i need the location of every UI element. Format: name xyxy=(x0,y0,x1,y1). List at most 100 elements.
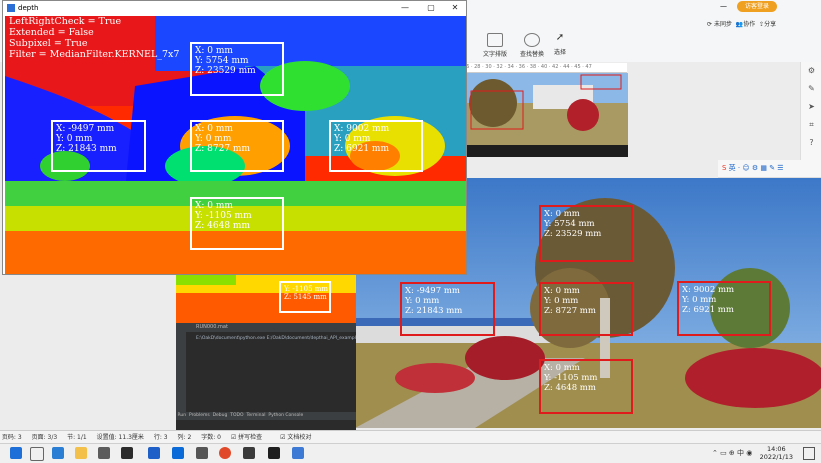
depth-box-3-z: Z: 8727 mm xyxy=(195,144,250,154)
depth-box-1-z: Z: 23529 mm xyxy=(195,66,256,76)
notification-icon[interactable] xyxy=(803,447,815,460)
tab-python-console[interactable]: Python Console xyxy=(268,413,303,418)
tab-debug[interactable]: Debug xyxy=(213,413,228,418)
calculator-icon[interactable] xyxy=(121,447,133,459)
select-button[interactable]: ➚ 选择 xyxy=(548,32,572,57)
depth-box-5: X: 0 mm Y: -1105 mm Z: 4648 mm xyxy=(190,197,284,250)
app-icon-7[interactable] xyxy=(172,447,184,459)
depth-box-2-x: X: -9497 mm xyxy=(56,124,115,134)
ide-side-toolbar xyxy=(176,332,186,412)
tab-problems[interactable]: Problems xyxy=(189,413,210,418)
depth-box-4: X: 9002 mm Y: 0 mm Z: 6921 mm xyxy=(329,120,423,172)
app-icon-4[interactable] xyxy=(98,447,110,459)
terminal-icon[interactable] xyxy=(268,447,280,459)
depth-maximize-icon[interactable]: ▢ xyxy=(419,1,443,15)
rgb-box-4-z: Z: 6921 mm xyxy=(682,305,734,315)
task-view-icon[interactable] xyxy=(30,447,44,461)
status-row: 行: 3 xyxy=(153,434,168,441)
find-replace-button[interactable]: 查找替换 xyxy=(515,33,549,58)
sync-button[interactable]: ⟳ 未同步 xyxy=(707,21,732,28)
depth-minimize-icon[interactable]: — xyxy=(393,1,417,15)
tab-terminal[interactable]: Terminal xyxy=(246,413,265,418)
depth-title-bar: depth — ▢ ✕ xyxy=(3,1,466,15)
taskbar: ⌃ ▭ ⊕ 中 ◉ 14:06 2022/1/13 xyxy=(0,443,821,463)
share-label: 分享 xyxy=(764,21,777,28)
depth-box-4-x: X: 9002 mm xyxy=(334,124,390,134)
rgb-box-1-z: Z: 23529 mm xyxy=(544,229,602,239)
chrome-icon[interactable] xyxy=(219,447,231,459)
status-words[interactable]: 字数: 0 xyxy=(201,434,221,441)
rgb-box-4: X: 9002 mm Y: 0 mm Z: 6921 mm xyxy=(677,281,771,336)
explorer-icon[interactable] xyxy=(75,447,87,459)
depth-close-icon[interactable]: ✕ xyxy=(443,1,467,15)
sync-label: 未同步 xyxy=(713,21,732,28)
text-layout-label: 文字排版 xyxy=(482,51,507,58)
crop-icon[interactable]: ⌗ xyxy=(801,116,821,134)
collab-button[interactable]: 👥协作 xyxy=(736,21,756,28)
share-button[interactable]: ⇪分享 xyxy=(759,21,776,28)
rgb-box-2-x: X: -9497 mm xyxy=(405,286,460,296)
app-icon xyxy=(7,4,15,12)
tab-todo[interactable]: TODO xyxy=(230,413,243,418)
rgb-box-5-z: Z: 4648 mm xyxy=(544,383,596,393)
rgb-box-4-x: X: 9002 mm xyxy=(682,285,735,295)
depth-box-1-y: Y: 5754 mm xyxy=(195,56,249,66)
status-col: 列: 2 xyxy=(177,434,192,441)
clock[interactable]: 14:06 2022/1/13 xyxy=(760,445,793,461)
overlay-line-4: Filter = MedianFilter.KERNEL_7x7 xyxy=(9,49,180,60)
right-tool-panel: ⚙ ✎ ➤ ⌗ ? xyxy=(800,62,821,162)
document-status-bar: 页码: 3 页面: 3/3 节: 1/1 设置值: 11.3厘米 行: 3 列:… xyxy=(0,430,821,444)
proofread-label: 文档校对 xyxy=(287,434,312,441)
ide-window: RUN000.mat E:\OakD\document\python.exe E… xyxy=(176,323,356,430)
cursor-tool-icon[interactable]: ➤ xyxy=(801,98,821,116)
rgb-box-3: X: 0 mm Y: 0 mm Z: 8727 mm xyxy=(539,282,633,336)
mini-depth-box: Y: -1105 mm Z: 5145 mm xyxy=(279,281,331,313)
edge-icon[interactable] xyxy=(52,447,64,459)
login-button[interactable]: 访客登录 xyxy=(737,1,777,12)
help-icon[interactable]: ? xyxy=(801,134,821,152)
clock-date: 2022/1/13 xyxy=(759,453,793,461)
app-icon-8[interactable] xyxy=(196,447,208,459)
rgb-box-3-x: X: 0 mm xyxy=(544,286,580,296)
rgb-box-2-y: Y: 0 mm xyxy=(405,296,440,306)
depth-box-4-z: Z: 6921 mm xyxy=(334,144,389,154)
tray-icons[interactable]: ⌃ ▭ ⊕ 中 ◉ xyxy=(712,448,752,458)
top-actions: ⟳ 未同步 👥协作 ⇪分享 xyxy=(707,19,776,28)
spellcheck-button[interactable]: ☑ 拼写检查 xyxy=(231,434,270,441)
cursor-icon: ➚ xyxy=(555,32,565,43)
photos-icon[interactable] xyxy=(292,447,304,459)
status-pages: 页面: 3/3 xyxy=(31,434,58,441)
overlay-line-3: Subpixel = True xyxy=(9,38,88,49)
depth-box-2: X: -9497 mm Y: 0 mm Z: 21843 mm xyxy=(51,120,146,172)
ide-file-tab[interactable]: RUN000.mat xyxy=(176,323,356,332)
depth-box-3: X: 0 mm Y: 0 mm Z: 8727 mm xyxy=(190,120,284,172)
rgb-box-2-z: Z: 21843 mm xyxy=(405,306,463,316)
thumbnail-photo xyxy=(463,73,628,157)
rgb-box-3-z: Z: 8727 mm xyxy=(544,306,596,316)
text-layout-icon xyxy=(487,33,503,47)
minimize-icon[interactable]: — xyxy=(720,2,727,10)
text-layout-button[interactable]: 文字排版 xyxy=(478,33,512,58)
overlay-line-2: Extended = False xyxy=(9,27,94,38)
proofread-button[interactable]: ☑ 文档校对 xyxy=(280,434,319,441)
ime-logo-icon[interactable]: S xyxy=(722,164,726,172)
depth-box-1-x: X: 0 mm xyxy=(195,46,233,56)
tab-run[interactable]: Run xyxy=(177,413,186,418)
status-section: 节: 1/1 xyxy=(67,434,87,441)
depth-map: LeftRightCheck = True Extended = False S… xyxy=(5,16,466,274)
depth-config-text: LeftRightCheck = True Extended = False S… xyxy=(9,16,179,60)
rgb-box-5-x: X: 0 mm xyxy=(544,363,580,373)
depth-box-2-y: Y: 0 mm xyxy=(56,134,93,144)
select-label: 选择 xyxy=(553,49,566,56)
app-icon-6[interactable] xyxy=(148,447,160,459)
depth-box-5-y: Y: -1105 mm xyxy=(195,211,252,221)
mini-depth-line1: Y: -1105 mm xyxy=(284,285,329,293)
depth-box-3-y: Y: 0 mm xyxy=(195,134,232,144)
settings-icon[interactable]: ⚙ xyxy=(801,62,821,80)
start-icon[interactable] xyxy=(10,447,22,459)
depth-window-title: depth xyxy=(18,4,39,12)
pycharm-icon[interactable] xyxy=(243,447,255,459)
rgb-box-5-y: Y: -1105 mm xyxy=(544,373,598,383)
pen-icon[interactable]: ✎ xyxy=(801,80,821,98)
collab-label: 协作 xyxy=(743,21,756,28)
